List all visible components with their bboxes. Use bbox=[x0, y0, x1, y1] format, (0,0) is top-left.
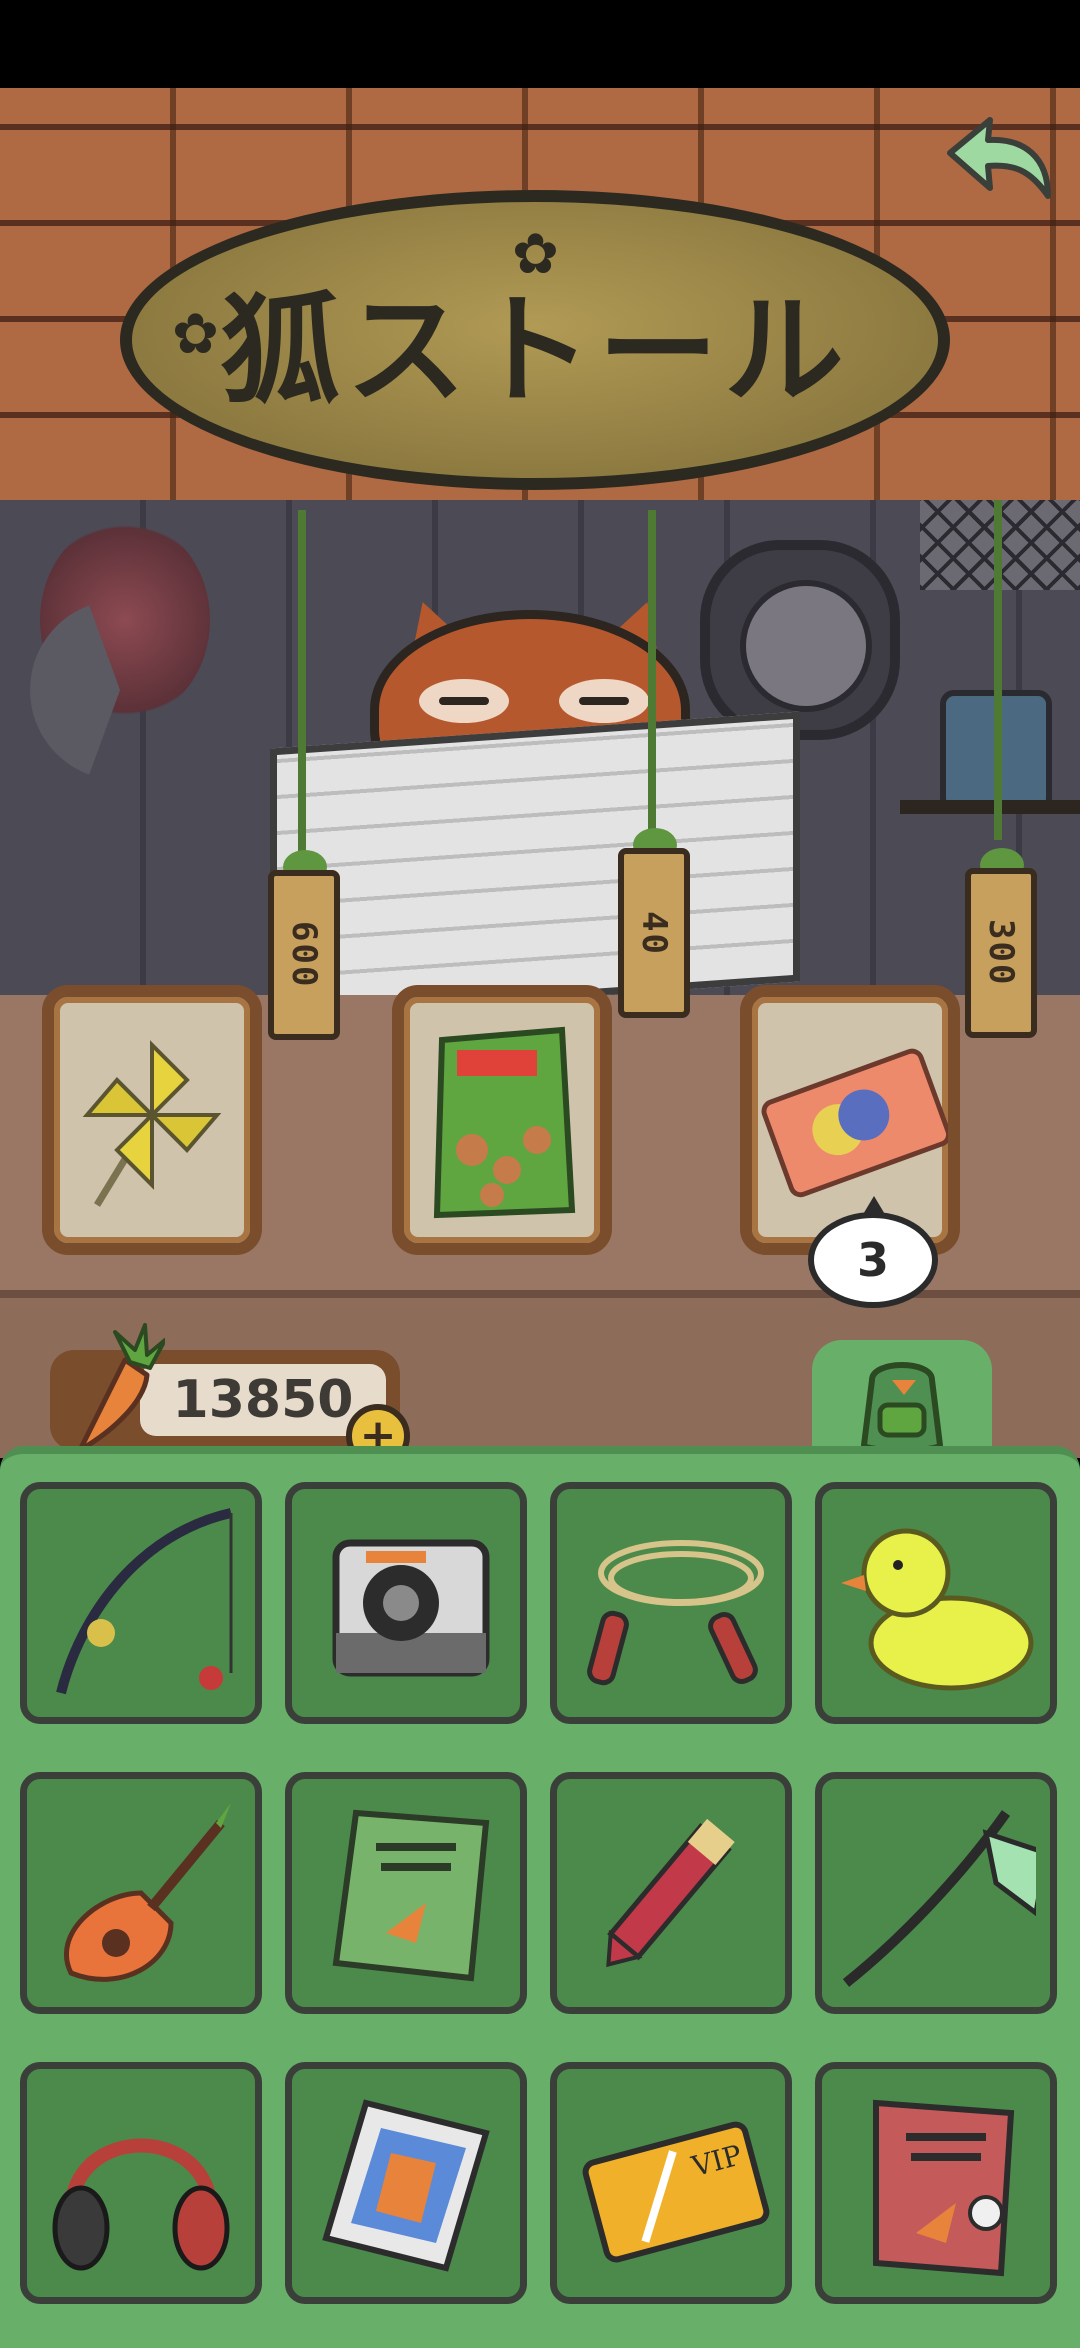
shop-slot-snack[interactable] bbox=[392, 985, 612, 1255]
rope bbox=[298, 510, 306, 870]
inventory-slot-book-2[interactable] bbox=[815, 2062, 1057, 2304]
carrot-book-icon bbox=[332, 1809, 490, 1982]
rope bbox=[994, 500, 1002, 840]
jump-rope-icon bbox=[587, 1540, 764, 1686]
price-tag: 600 bbox=[268, 870, 340, 1040]
price-tag: 40 bbox=[618, 848, 690, 1018]
inventory-slot-book[interactable] bbox=[285, 1772, 527, 2014]
newspaper bbox=[270, 711, 800, 1019]
snack-bag-icon bbox=[404, 997, 600, 1243]
fox-eye bbox=[439, 697, 489, 705]
carrot-book-2-icon bbox=[873, 2099, 1015, 2277]
carrot-ukulele-icon bbox=[63, 1803, 231, 1982]
price-label: 300 bbox=[981, 919, 1021, 987]
price-label: 600 bbox=[284, 921, 324, 989]
guitar-neck-icon bbox=[842, 1810, 1036, 1987]
shop-slot-pinwheel[interactable] bbox=[42, 985, 262, 1255]
inventory-slot-guitar[interactable] bbox=[815, 1772, 1057, 2014]
phone-box-icon bbox=[322, 2099, 490, 2272]
camera-icon bbox=[332, 1539, 490, 1677]
status-bar bbox=[0, 0, 1080, 88]
fox-eye bbox=[579, 697, 629, 705]
hand-fan bbox=[30, 600, 210, 780]
carrot-icon bbox=[77, 1323, 165, 1453]
vip-card-icon: VIP bbox=[582, 2121, 770, 2263]
rope bbox=[648, 510, 656, 840]
inventory-slot-duck[interactable] bbox=[815, 1482, 1057, 1724]
inventory-slot-jump-rope[interactable] bbox=[550, 1482, 792, 1724]
price-tag: 300 bbox=[965, 868, 1037, 1038]
rubber-duck-icon bbox=[841, 1528, 1034, 1691]
inventory-slot-camera[interactable] bbox=[285, 1482, 527, 1724]
backpack-icon bbox=[860, 1362, 944, 1454]
ticket-icon bbox=[752, 997, 948, 1243]
pencil-icon bbox=[606, 1818, 735, 1968]
shop-sign: ✿ ✿ 狐ストール bbox=[120, 190, 950, 490]
price-label: 40 bbox=[634, 910, 674, 956]
game-screen: ✿ ✿ 狐ストール 600 40 300 3 13850 + VIP bbox=[0, 0, 1080, 2348]
paw-print-icon: ✿ bbox=[512, 222, 559, 287]
fishing-rod-icon bbox=[56, 1508, 233, 1695]
inventory-slot-phone-box[interactable] bbox=[285, 2062, 527, 2304]
pinwheel-icon bbox=[54, 997, 250, 1243]
inventory-slot-fishing-rod[interactable] bbox=[20, 1482, 262, 1724]
wall-clock bbox=[700, 540, 900, 740]
inventory-slot-vip-card[interactable]: VIP bbox=[550, 2062, 792, 2304]
stock-count-badge: 3 bbox=[808, 1196, 938, 1308]
paw-print-icon: ✿ bbox=[172, 302, 219, 367]
headphones-icon bbox=[52, 2138, 230, 2271]
shelf bbox=[900, 800, 1080, 814]
back-arrow-icon bbox=[947, 117, 1051, 199]
back-button[interactable] bbox=[930, 108, 1060, 208]
inventory-slot-headphones[interactable] bbox=[20, 2062, 262, 2304]
inventory-slot-ukulele[interactable] bbox=[20, 1772, 262, 2014]
inventory-slot-pencil[interactable] bbox=[550, 1772, 792, 2014]
